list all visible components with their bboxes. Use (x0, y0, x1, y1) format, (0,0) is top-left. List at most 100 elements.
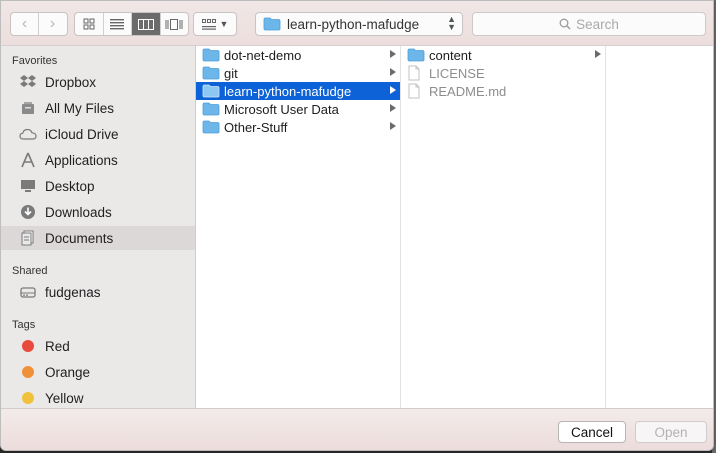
back-forward-control: ‹ › (10, 12, 68, 36)
desktop-icon (19, 177, 37, 195)
chevron-right-icon (390, 86, 396, 94)
chevron-left-icon: ‹ (21, 15, 28, 32)
sidebar-item-downloads[interactable]: Downloads (1, 200, 195, 224)
folder-icon (202, 83, 220, 99)
chevron-right-icon (390, 68, 396, 76)
tag-red-icon (19, 337, 37, 355)
sidebar-item-label: Documents (45, 230, 114, 246)
sidebar-item-label: All My Files (45, 100, 115, 116)
sidebar-item-desktop[interactable]: Desktop (1, 174, 195, 198)
folder-icon (263, 17, 281, 31)
list-view-button[interactable] (104, 13, 132, 35)
sidebar-item-label: Dropbox (45, 74, 97, 90)
folder-icon (202, 65, 220, 81)
column-view-icon (137, 18, 154, 30)
list-item-selected[interactable]: learn-python-mafudge (196, 82, 400, 100)
arrange-button[interactable]: ▼ (194, 13, 236, 35)
sidebar-item-label: fudgenas (45, 284, 101, 300)
server-icon (19, 283, 37, 301)
browser-column-3 (606, 46, 713, 408)
list-item[interactable]: content (401, 46, 605, 64)
sidebar-item-label: Red (45, 338, 70, 354)
sidebar-item-label: Yellow (45, 390, 84, 406)
cancel-button[interactable]: Cancel (558, 421, 626, 443)
view-mode-control (74, 12, 189, 36)
list-item[interactable]: Microsoft User Data (196, 100, 400, 118)
tag-dot (22, 366, 34, 378)
folder-icon (202, 101, 220, 117)
popup-arrows-icon: ▲ ▼ (447, 14, 456, 32)
search-icon (559, 18, 571, 30)
dialog-button-bar: Cancel Open (1, 408, 713, 450)
back-button[interactable]: ‹ (11, 13, 39, 35)
chevron-right-icon (390, 50, 396, 58)
sidebar-item-label: Orange (45, 364, 91, 380)
chevron-down-icon: ▼ (219, 19, 229, 29)
cover-flow-button[interactable] (161, 13, 189, 35)
list-item: README.md (401, 82, 605, 100)
cover-flow-icon (165, 18, 183, 30)
applications-icon (19, 151, 37, 169)
item-label: README.md (429, 83, 507, 99)
sidebar-item-dropbox[interactable]: Dropbox (1, 70, 195, 94)
arrange-menu: ▼ (193, 12, 237, 36)
arrange-icon (201, 18, 216, 30)
tag-orange-icon (19, 363, 37, 381)
sidebar-item-tag-red[interactable]: Red (1, 334, 195, 358)
sidebar-item-documents[interactable]: Documents (1, 226, 195, 250)
sidebar: Favorites Dropbox All My Files iCloud Dr… (1, 46, 196, 408)
sidebar-section-tags: Tags (12, 319, 36, 331)
item-label: git (224, 65, 238, 81)
sidebar-item-applications[interactable]: Applications (1, 148, 195, 172)
search-placeholder: Search (576, 16, 619, 32)
list-item: LICENSE (401, 64, 605, 82)
document-icon (407, 83, 425, 99)
item-label: LICENSE (429, 65, 485, 81)
sidebar-item-icloud-drive[interactable]: iCloud Drive (1, 122, 195, 146)
sidebar-item-tag-orange[interactable]: Orange (1, 360, 195, 384)
chevron-right-icon (595, 50, 601, 58)
browser-column-1: dot-net-demo git learn-python-mafudge Mi… (196, 46, 401, 408)
folder-icon (202, 119, 220, 135)
tag-dot (22, 392, 34, 404)
document-icon (407, 65, 425, 81)
sidebar-item-label: Desktop (45, 178, 95, 194)
sidebar-item-fudgenas[interactable]: fudgenas (1, 280, 195, 304)
sidebar-section-shared: Shared (12, 265, 48, 277)
all-files-icon (19, 99, 37, 117)
tag-yellow-icon (19, 389, 37, 407)
tag-dot (22, 340, 34, 352)
item-label: Microsoft User Data (224, 101, 339, 117)
sidebar-item-all-my-files[interactable]: All My Files (1, 96, 195, 120)
toolbar: ‹ › ▼ learn-python-mafudge ▲ ▼ Search (1, 1, 713, 46)
sidebar-item-tag-yellow[interactable]: Yellow (1, 386, 195, 410)
list-item[interactable]: git (196, 64, 400, 82)
sidebar-item-label: Downloads (45, 204, 112, 220)
folder-icon (407, 47, 425, 63)
item-label: content (429, 47, 472, 63)
item-label: Other-Stuff (224, 119, 288, 135)
icon-view-icon (83, 18, 95, 30)
open-button[interactable]: Open (635, 421, 707, 443)
chevron-right-icon: › (49, 15, 56, 32)
path-popup-label: learn-python-mafudge (287, 16, 420, 32)
folder-icon (202, 47, 220, 63)
cloud-icon (19, 125, 37, 143)
path-popup[interactable]: learn-python-mafudge ▲ ▼ (255, 12, 463, 36)
sidebar-item-label: iCloud Drive (45, 126, 119, 142)
item-label: learn-python-mafudge (224, 83, 352, 99)
browser-column-2: content LICENSE README.md (401, 46, 606, 408)
dropbox-icon (19, 73, 37, 91)
item-label: dot-net-demo (224, 47, 302, 63)
list-item[interactable]: dot-net-demo (196, 46, 400, 64)
search-field[interactable]: Search (472, 12, 706, 36)
icon-view-button[interactable] (75, 13, 104, 35)
column-view-button[interactable] (132, 13, 161, 35)
forward-button[interactable]: › (39, 13, 66, 35)
chevron-right-icon (390, 104, 396, 112)
list-item[interactable]: Other-Stuff (196, 118, 400, 136)
documents-icon (19, 229, 37, 247)
open-file-dialog: ‹ › ▼ learn-python-mafudge ▲ ▼ Search Fa… (0, 0, 714, 451)
list-view-icon (110, 18, 125, 29)
downloads-icon (19, 203, 37, 221)
